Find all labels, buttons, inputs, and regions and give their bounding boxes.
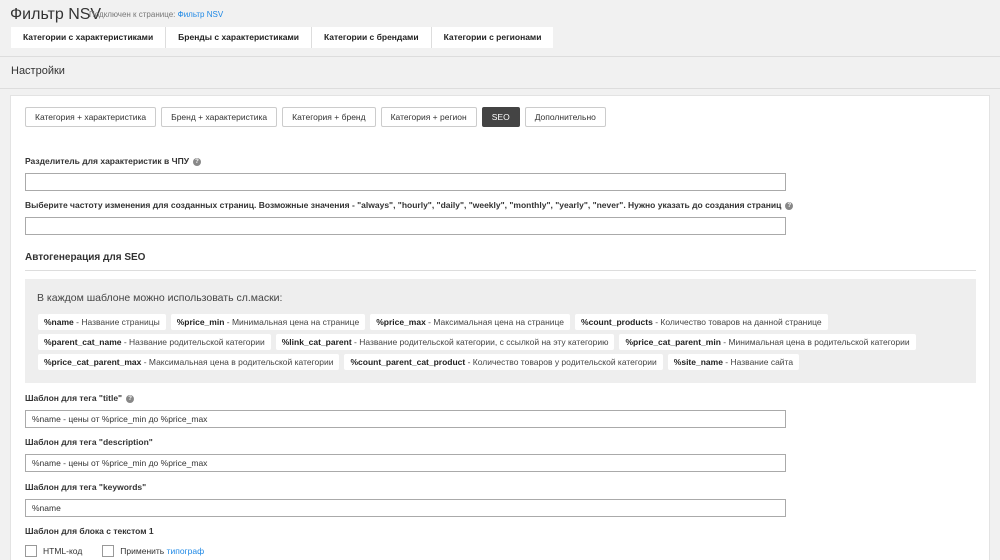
tab-categories-characteristics[interactable]: Категории с характеристиками — [11, 27, 167, 48]
typograph-link[interactable]: типограф — [167, 546, 205, 556]
settings-panel: Категория + характеристика Бренд + харак… — [10, 95, 990, 560]
mask-key: %price_cat_parent_max — [44, 357, 142, 367]
settings-title: Настройки — [11, 65, 65, 77]
title-template-label: Шаблон для тега "title"? — [25, 393, 135, 403]
subtab-additional[interactable]: Дополнительно — [524, 107, 606, 127]
masks-title: В каждом шаблоне можно использовать сл.м… — [37, 292, 283, 304]
question-circle-icon[interactable]: ? — [785, 201, 794, 210]
mask-key: %site_name — [673, 357, 723, 367]
tab-brands-characteristics[interactable]: Бренды с характеристиками — [166, 27, 312, 48]
frequency-label-text: Выберите частоту изменения для созданных… — [25, 200, 782, 210]
mask-chip: %price_cat_parent_min - Минимальная цена… — [619, 334, 916, 350]
description-template-label: Шаблон для тега "description" — [25, 437, 153, 447]
frequency-input[interactable] — [25, 217, 786, 235]
subtabs: Категория + характеристика Бренд + харак… — [25, 107, 606, 127]
mask-desc: - Количество товаров на данной странице — [652, 317, 822, 327]
tab-categories-brands[interactable]: Категории с брендами — [312, 27, 432, 48]
question-circle-icon[interactable]: ? — [192, 157, 201, 166]
description-template-input[interactable] — [25, 454, 786, 472]
header-divider — [0, 56, 1000, 57]
header: Фильтр NSV Подключен к странице: Фильтр … — [0, 0, 1000, 57]
apply-typograph-label: Применить типограф — [120, 546, 204, 556]
mask-chip: %parent_cat_name - Название родительской… — [38, 334, 271, 350]
checkbox-row: HTML-код Применить типограф — [25, 545, 224, 557]
question-circle-icon[interactable]: ? — [126, 394, 135, 403]
subtab-category-characteristic[interactable]: Категория + характеристика — [25, 107, 157, 127]
mask-chip: %count_products - Количество товаров на … — [575, 314, 828, 330]
mask-desc: - Название родительской категории — [121, 337, 265, 347]
mask-key: %price_max — [376, 317, 426, 327]
mask-key: %price_cat_parent_min — [625, 337, 721, 347]
mask-chip: %price_min - Минимальная цена на страниц… — [170, 314, 366, 330]
top-tabs: Категории с характеристиками Бренды с ха… — [11, 27, 554, 48]
mask-desc: - Количество товаров у родительской кате… — [465, 357, 657, 367]
mask-chip: %count_parent_cat_product - Количество т… — [344, 354, 663, 370]
mask-desc: - Минимальная цена в родительской катего… — [720, 337, 910, 347]
separator-input[interactable] — [25, 173, 786, 191]
mask-key: %price_min — [176, 317, 225, 327]
mask-row: %price_cat_parent_max - Максимальная цен… — [38, 354, 800, 370]
title-template-label-text: Шаблон для тега "title" — [25, 393, 123, 403]
text-block-template-label: Шаблон для блока с текстом 1 — [25, 526, 154, 536]
connected-prefix: Подключен к странице: — [89, 10, 176, 19]
apply-typograph-checkbox[interactable] — [102, 545, 115, 557]
mask-desc: - Максимальная цена на странице — [425, 317, 565, 327]
masks-box: В каждом шаблоне можно использовать сл.м… — [25, 279, 976, 383]
separator-label-text: Разделитель для характеристик в ЧПУ — [25, 156, 189, 166]
mask-key: %link_cat_parent — [281, 337, 352, 347]
title-template-input[interactable] — [25, 410, 786, 428]
tab-categories-regions[interactable]: Категории с регионами — [431, 27, 554, 48]
seo-autogen-title: Автогенерация для SEO — [25, 252, 146, 263]
settings-divider — [0, 88, 1000, 89]
mask-key: %parent_cat_name — [44, 337, 122, 347]
html-code-label: HTML-код — [43, 546, 83, 556]
subtab-seo[interactable]: SEO — [481, 107, 520, 127]
separator-label: Разделитель для характеристик в ЧПУ? — [25, 156, 201, 166]
keywords-template-input[interactable] — [25, 499, 786, 517]
mask-desc: - Название страницы — [73, 317, 160, 327]
connected-page-link[interactable]: Фильтр NSV — [178, 10, 224, 19]
mask-key: %count_parent_cat_product — [350, 357, 466, 367]
html-code-checkbox[interactable] — [25, 545, 37, 557]
subtab-category-brand[interactable]: Категория + бренд — [282, 107, 376, 127]
subtab-brand-characteristic[interactable]: Бренд + характеристика — [161, 107, 278, 127]
mask-key: %name — [44, 317, 74, 327]
connected-to-page: Подключен к странице: Фильтр NSV — [89, 10, 223, 19]
mask-chip: %price_max - Максимальная цена на страни… — [370, 314, 571, 330]
mask-key: %count_products — [581, 317, 653, 327]
mask-chip: %name - Название страницы — [38, 314, 166, 330]
mask-row: %name - Название страницы %price_min - М… — [38, 314, 828, 330]
subtab-category-region[interactable]: Категория + регион — [380, 107, 477, 127]
mask-desc: - Максимальная цена в родительской катег… — [141, 357, 334, 367]
mask-chip: %site_name - Название сайта — [667, 354, 800, 370]
section-divider — [25, 270, 976, 271]
mask-desc: - Название родительской категории, с ссы… — [351, 337, 609, 347]
mask-desc: - Название сайта — [722, 357, 794, 367]
keywords-template-label: Шаблон для тега "keywords" — [25, 482, 147, 492]
apply-prefix: Применить — [120, 546, 167, 556]
mask-row: %parent_cat_name - Название родительской… — [38, 334, 916, 350]
mask-desc: - Минимальная цена на странице — [224, 317, 360, 327]
frequency-label: Выберите частоту изменения для созданных… — [25, 200, 794, 210]
mask-chip: %link_cat_parent - Название родительской… — [275, 334, 615, 350]
mask-chip: %price_cat_parent_max - Максимальная цен… — [38, 354, 340, 370]
page-title: Фильтр NSV — [10, 6, 102, 23]
